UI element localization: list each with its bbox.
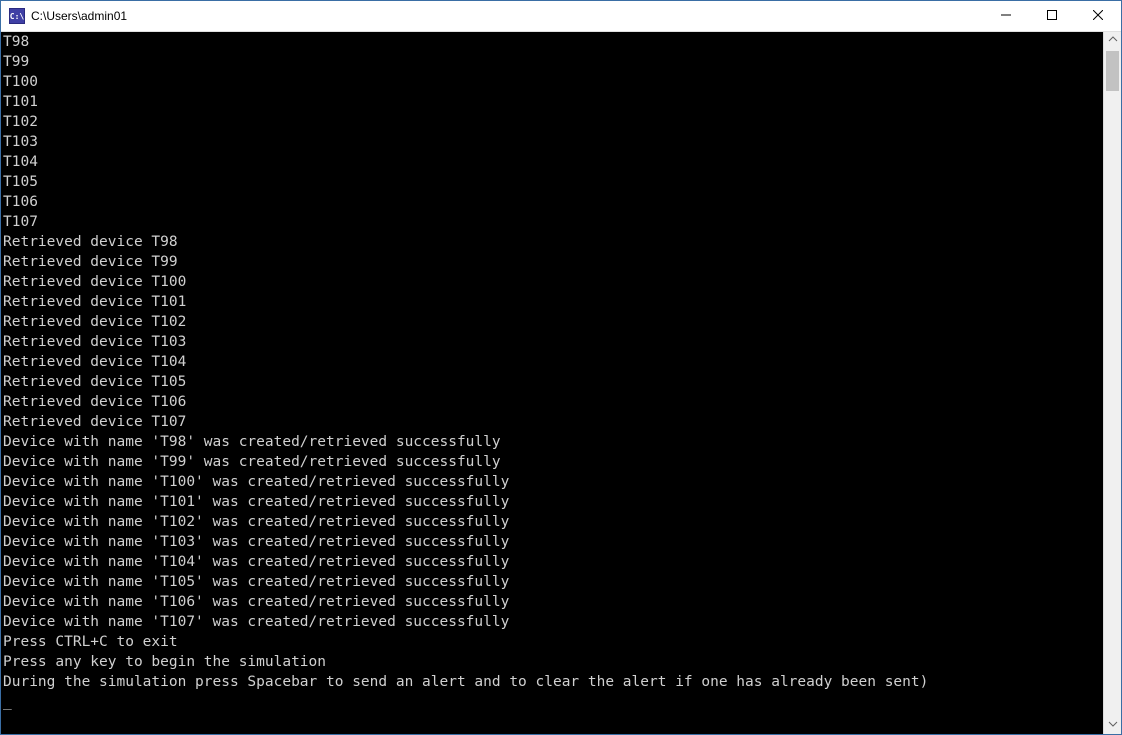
window-controls bbox=[983, 1, 1121, 31]
maximize-icon bbox=[1047, 7, 1057, 25]
console-line: T98 bbox=[3, 32, 1101, 52]
scrollbar-track[interactable] bbox=[1104, 49, 1121, 717]
app-icon: C:\ bbox=[9, 8, 25, 24]
client-area: T98T99T100T101T102T103T104T105T106T107Re… bbox=[1, 32, 1121, 734]
console-line: Retrieved device T104 bbox=[3, 352, 1101, 372]
console-line: Device with name 'T104' was created/retr… bbox=[3, 552, 1101, 572]
console-line: T103 bbox=[3, 132, 1101, 152]
console-line: Retrieved device T107 bbox=[3, 412, 1101, 432]
minimize-button[interactable] bbox=[983, 1, 1029, 31]
close-icon bbox=[1093, 7, 1103, 25]
console-line: Device with name 'T106' was created/retr… bbox=[3, 592, 1101, 612]
console-line: T107 bbox=[3, 212, 1101, 232]
console-line: Device with name 'T103' was created/retr… bbox=[3, 532, 1101, 552]
console-line: Device with name 'T107' was created/retr… bbox=[3, 612, 1101, 632]
chevron-up-icon bbox=[1108, 34, 1118, 47]
maximize-button[interactable] bbox=[1029, 1, 1075, 31]
console-output[interactable]: T98T99T100T101T102T103T104T105T106T107Re… bbox=[1, 32, 1103, 734]
chevron-down-icon bbox=[1108, 719, 1118, 732]
console-line: Retrieved device T103 bbox=[3, 332, 1101, 352]
scroll-up-button[interactable] bbox=[1104, 32, 1121, 49]
minimize-icon bbox=[1001, 7, 1011, 25]
console-line: Press CTRL+C to exit bbox=[3, 632, 1101, 652]
console-line: During the simulation press Spacebar to … bbox=[3, 672, 1101, 692]
console-line: T104 bbox=[3, 152, 1101, 172]
console-line: Retrieved device T101 bbox=[3, 292, 1101, 312]
console-line: T100 bbox=[3, 72, 1101, 92]
console-line: Press any key to begin the simulation bbox=[3, 652, 1101, 672]
console-line: Device with name 'T100' was created/retr… bbox=[3, 472, 1101, 492]
console-line: Device with name 'T101' was created/retr… bbox=[3, 492, 1101, 512]
console-line: Device with name 'T98' was created/retri… bbox=[3, 432, 1101, 452]
console-line: T106 bbox=[3, 192, 1101, 212]
console-line: Device with name 'T105' was created/retr… bbox=[3, 572, 1101, 592]
close-button[interactable] bbox=[1075, 1, 1121, 31]
console-line: T105 bbox=[3, 172, 1101, 192]
console-line: Retrieved device T102 bbox=[3, 312, 1101, 332]
scroll-down-button[interactable] bbox=[1104, 717, 1121, 734]
app-icon-label: C:\ bbox=[10, 12, 24, 21]
console-line: T101 bbox=[3, 92, 1101, 112]
console-line: Device with name 'T102' was created/retr… bbox=[3, 512, 1101, 532]
console-line: _ bbox=[3, 692, 1101, 712]
scrollbar-thumb[interactable] bbox=[1106, 51, 1119, 91]
console-line: Retrieved device T105 bbox=[3, 372, 1101, 392]
console-line: Device with name 'T99' was created/retri… bbox=[3, 452, 1101, 472]
console-window: C:\ C:\Users\admin01 T98T99T100T101T bbox=[0, 0, 1122, 735]
console-line: Retrieved device T99 bbox=[3, 252, 1101, 272]
console-line: Retrieved device T106 bbox=[3, 392, 1101, 412]
console-line: T102 bbox=[3, 112, 1101, 132]
console-line: T99 bbox=[3, 52, 1101, 72]
console-line: Retrieved device T100 bbox=[3, 272, 1101, 292]
window-title: C:\Users\admin01 bbox=[31, 9, 127, 23]
vertical-scrollbar[interactable] bbox=[1103, 32, 1121, 734]
titlebar[interactable]: C:\ C:\Users\admin01 bbox=[1, 1, 1121, 32]
console-line: Retrieved device T98 bbox=[3, 232, 1101, 252]
